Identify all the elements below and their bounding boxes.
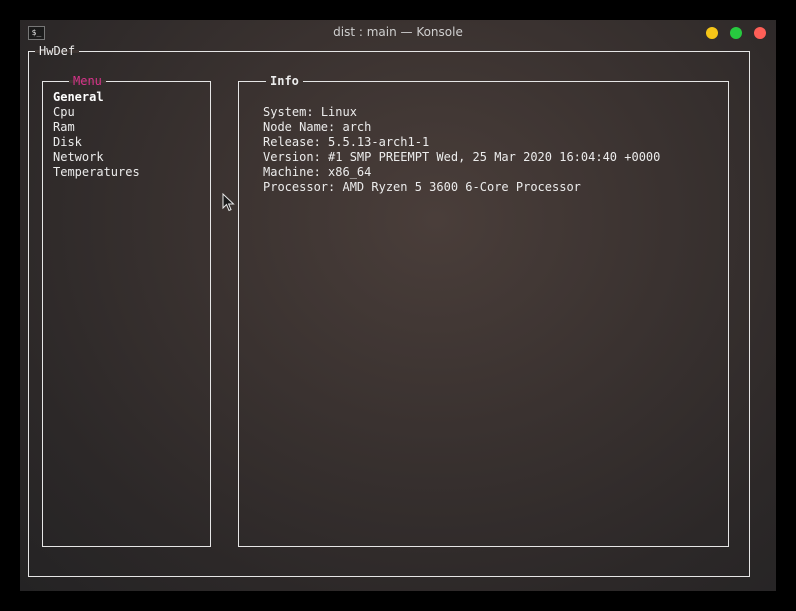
info-value: AMD Ryzen 5 3600 6-Core Processor bbox=[342, 180, 581, 194]
konsole-window: $_ dist : main — Konsole HwDef Menu Gene… bbox=[20, 20, 776, 591]
info-line-version: Version: #1 SMP PREEMPT Wed, 25 Mar 2020… bbox=[263, 150, 660, 165]
info-value: 5.5.13-arch1-1 bbox=[328, 135, 430, 149]
menu-title: Menu bbox=[73, 74, 102, 88]
menu-item-cpu[interactable]: Cpu bbox=[53, 105, 140, 120]
minimize-button[interactable] bbox=[706, 27, 718, 39]
title-bar[interactable]: $_ dist : main — Konsole bbox=[20, 20, 776, 44]
info-value: arch bbox=[342, 120, 372, 134]
menu-item-temperatures[interactable]: Temperatures bbox=[53, 165, 140, 180]
menu-panel: Menu General Cpu Ram Disk Network Temper… bbox=[42, 74, 211, 547]
app-title: HwDef bbox=[39, 44, 76, 58]
info-title: Info bbox=[270, 74, 299, 88]
info-lines: System: Linux Node Name: arch Release: 5… bbox=[263, 105, 660, 195]
info-label: System: bbox=[263, 105, 314, 119]
info-label: Release: bbox=[263, 135, 321, 149]
info-line-release: Release: 5.5.13-arch1-1 bbox=[263, 135, 660, 150]
window-title: dist : main — Konsole bbox=[333, 25, 463, 39]
info-label: Processor: bbox=[263, 180, 336, 194]
menu-item-general[interactable]: General bbox=[53, 90, 140, 105]
info-line-machine: Machine: x86_64 bbox=[263, 165, 660, 180]
menu-item-disk[interactable]: Disk bbox=[53, 135, 140, 150]
menu-list: General Cpu Ram Disk Network Temperature… bbox=[53, 90, 140, 180]
info-label: Machine: bbox=[263, 165, 321, 179]
info-value: Linux bbox=[320, 105, 357, 119]
info-label: Version: bbox=[263, 150, 321, 164]
close-button[interactable] bbox=[754, 27, 766, 39]
menu-item-network[interactable]: Network bbox=[53, 150, 140, 165]
info-line-node-name: Node Name: arch bbox=[263, 120, 660, 135]
info-label: Node Name: bbox=[263, 120, 336, 134]
info-panel: Info System: Linux Node Name: arch Relea… bbox=[238, 74, 729, 547]
info-line-system: System: Linux bbox=[263, 105, 660, 120]
info-value: #1 SMP PREEMPT Wed, 25 Mar 2020 16:04:40… bbox=[328, 150, 661, 164]
info-value: x86_64 bbox=[328, 165, 372, 179]
mouse-pointer-icon bbox=[222, 193, 235, 212]
info-line-processor: Processor: AMD Ryzen 5 3600 6-Core Proce… bbox=[263, 180, 660, 195]
menu-item-ram[interactable]: Ram bbox=[53, 120, 140, 135]
maximize-button[interactable] bbox=[730, 27, 742, 39]
